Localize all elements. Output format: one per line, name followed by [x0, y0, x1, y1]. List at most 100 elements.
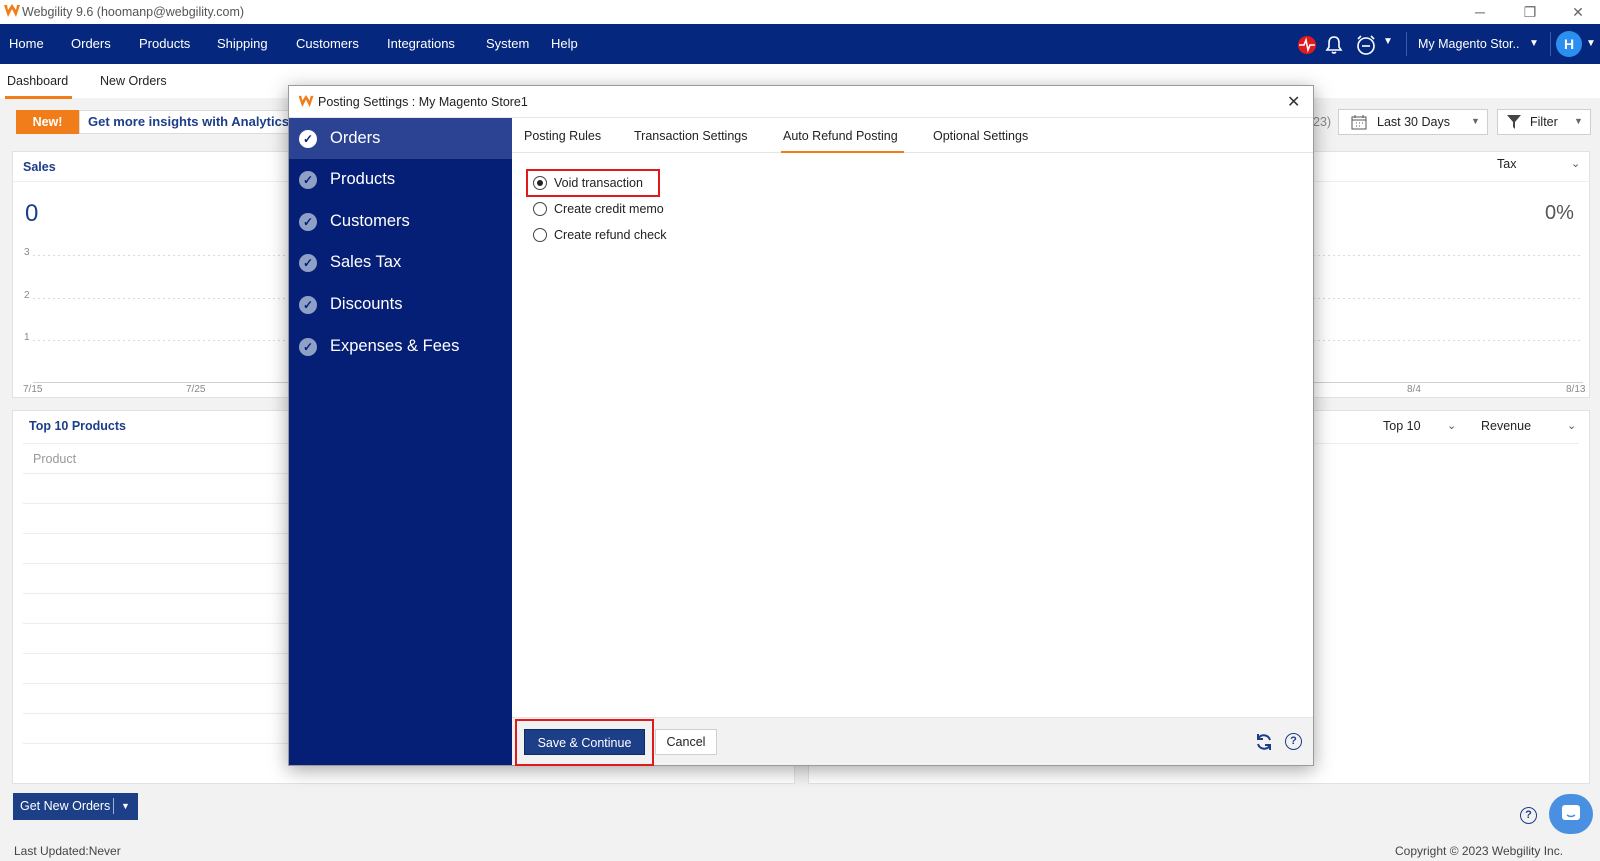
- check-circle-icon: ✓: [299, 130, 317, 148]
- y-tick: 1: [24, 332, 30, 343]
- nav-integrations[interactable]: Integrations: [387, 36, 455, 51]
- product-column-header: Product: [33, 452, 77, 466]
- sales-value: 0: [25, 200, 39, 227]
- chevron-down-icon[interactable]: ⌄: [1567, 419, 1576, 432]
- sidebar-item-products[interactable]: ✓ Products: [289, 159, 512, 200]
- check-circle-icon: ✓: [299, 338, 317, 356]
- copyright-text: Copyright © 2023 Webgility Inc.: [1395, 844, 1564, 858]
- sidebar-item-label: Products: [330, 170, 396, 188]
- top-n-select[interactable]: Top 10: [1383, 419, 1421, 433]
- new-badge: New!: [16, 110, 79, 134]
- range-suffix-text: 23): [1313, 115, 1332, 129]
- window-title: Webgility 9.6 (hoomanp@webgility.com): [22, 5, 245, 19]
- webgility-logo-icon: [298, 95, 314, 111]
- nav-customers[interactable]: Customers: [296, 36, 359, 51]
- last-updated-text: Last Updated:Never: [14, 844, 121, 858]
- store-dropdown-icon[interactable]: ▼: [1529, 38, 1539, 49]
- save-continue-button[interactable]: Save & Continue: [524, 729, 645, 755]
- x-tick: 8/4: [1407, 384, 1421, 395]
- button-divider: [113, 798, 114, 814]
- x-tick: 7/25: [186, 384, 206, 395]
- tab-auto-refund-posting[interactable]: Auto Refund Posting: [781, 129, 904, 153]
- chevron-down-icon[interactable]: ⌄: [1447, 419, 1456, 432]
- sidebar-item-customers[interactable]: ✓ Customers: [289, 201, 512, 242]
- status-footer: Last Updated:Never Copyright © 2023 Webg…: [0, 836, 1600, 861]
- close-window-button[interactable]: ✕: [1558, 2, 1598, 22]
- nav-divider: [1550, 32, 1551, 56]
- refresh-icon[interactable]: [1255, 733, 1273, 754]
- nav-orders[interactable]: Orders: [71, 36, 111, 51]
- filter-icon: [1507, 115, 1521, 133]
- help-icon[interactable]: ?: [1520, 807, 1537, 824]
- minimize-button[interactable]: ─: [1460, 2, 1500, 22]
- sidebar-item-discounts[interactable]: ✓ Discounts: [289, 284, 512, 325]
- analytics-banner[interactable]: Get more insights with Analytics: [79, 110, 289, 134]
- check-circle-icon: ✓: [299, 254, 317, 272]
- sidebar-item-label: Orders: [330, 129, 381, 147]
- check-circle-icon: ✓: [299, 213, 317, 231]
- nav-home[interactable]: Home: [9, 36, 44, 51]
- sidebar-item-orders[interactable]: ✓ Orders: [289, 118, 512, 159]
- x-tick: 7/15: [23, 384, 43, 395]
- posting-settings-dialog: Posting Settings : My Magento Store1 ✕ ✓…: [288, 85, 1314, 766]
- nav-shipping[interactable]: Shipping: [217, 36, 268, 51]
- pulse-icon[interactable]: [1297, 35, 1317, 60]
- metric-select[interactable]: Revenue: [1481, 419, 1531, 433]
- store-selector[interactable]: My Magento Stor..: [1418, 37, 1519, 51]
- help-icon[interactable]: ?: [1285, 733, 1302, 750]
- chevron-down-icon: ▼: [1471, 116, 1480, 126]
- tab-dashboard[interactable]: Dashboard: [4, 74, 73, 99]
- avatar-dropdown-icon[interactable]: ▼: [1586, 38, 1596, 49]
- nav-system[interactable]: System: [486, 36, 529, 51]
- bell-icon[interactable]: [1325, 35, 1343, 60]
- radio-label: Create refund check: [554, 228, 667, 242]
- cancel-button[interactable]: Cancel: [655, 729, 717, 755]
- tab-transaction-settings[interactable]: Transaction Settings: [634, 129, 747, 143]
- x-tick: 8/13: [1566, 384, 1586, 395]
- alarm-dropdown-icon[interactable]: ▼: [1383, 36, 1393, 47]
- window-titlebar: Webgility 9.6 (hoomanp@webgility.com) ─ …: [0, 0, 1600, 24]
- restore-button[interactable]: ❐: [1510, 2, 1550, 22]
- sidebar-item-sales-tax[interactable]: ✓ Sales Tax: [289, 242, 512, 283]
- y-tick: 3: [24, 247, 30, 258]
- filter-button[interactable]: Filter ▼: [1497, 109, 1591, 135]
- sidebar-item-label: Sales Tax: [330, 253, 402, 271]
- dropdown-arrow-icon[interactable]: ▼: [121, 793, 130, 819]
- check-circle-icon: ✓: [299, 296, 317, 314]
- radio-dot: [537, 180, 543, 186]
- chevron-down-icon: ▼: [1574, 116, 1583, 126]
- nav-help[interactable]: Help: [551, 36, 578, 51]
- dialog-title: Posting Settings : My Magento Store1: [318, 95, 528, 109]
- settings-tabs: Posting Rules Transaction Settings Auto …: [512, 118, 1313, 153]
- sidebar-item-expenses-fees[interactable]: ✓ Expenses & Fees: [289, 326, 512, 367]
- check-circle-icon: ✓: [299, 171, 317, 189]
- radio-circle: [533, 176, 547, 190]
- tab-posting-rules[interactable]: Posting Rules: [524, 129, 601, 143]
- get-new-orders-label: Get New Orders: [20, 799, 111, 813]
- sales-percent: 0%: [1545, 202, 1574, 224]
- radio-label: Create credit memo: [554, 202, 664, 216]
- avatar[interactable]: H: [1556, 31, 1582, 57]
- chevron-down-icon[interactable]: ⌄: [1571, 157, 1580, 170]
- date-range-select[interactable]: Last 30 Days ▼: [1338, 109, 1488, 135]
- nav-divider: [1406, 32, 1407, 56]
- webgility-logo-icon: [4, 4, 20, 21]
- tax-select[interactable]: Tax: [1497, 157, 1516, 171]
- alarm-icon[interactable]: [1355, 34, 1377, 61]
- sidebar-item-label: Expenses & Fees: [330, 337, 460, 355]
- top-products-title: Top 10 Products: [29, 419, 127, 433]
- get-new-orders-button[interactable]: Get New Orders ▼: [13, 793, 138, 820]
- settings-sidebar: ✓ Orders ✓ Products ✓ Customers ✓ Sales …: [289, 118, 512, 765]
- chat-icon[interactable]: [1549, 794, 1593, 834]
- main-nav: Home Orders Products Shipping Customers …: [0, 24, 1600, 64]
- nav-products[interactable]: Products: [139, 36, 190, 51]
- radio-label: Void transaction: [554, 176, 643, 190]
- calendar-icon: [1351, 115, 1367, 133]
- close-icon[interactable]: ✕: [1287, 92, 1300, 112]
- tab-optional-settings[interactable]: Optional Settings: [933, 129, 1028, 143]
- date-range-label: Last 30 Days: [1377, 115, 1450, 129]
- filter-label: Filter: [1530, 115, 1558, 129]
- sidebar-item-label: Discounts: [330, 295, 403, 313]
- tab-new-orders[interactable]: New Orders: [100, 74, 167, 88]
- y-tick: 2: [24, 290, 30, 301]
